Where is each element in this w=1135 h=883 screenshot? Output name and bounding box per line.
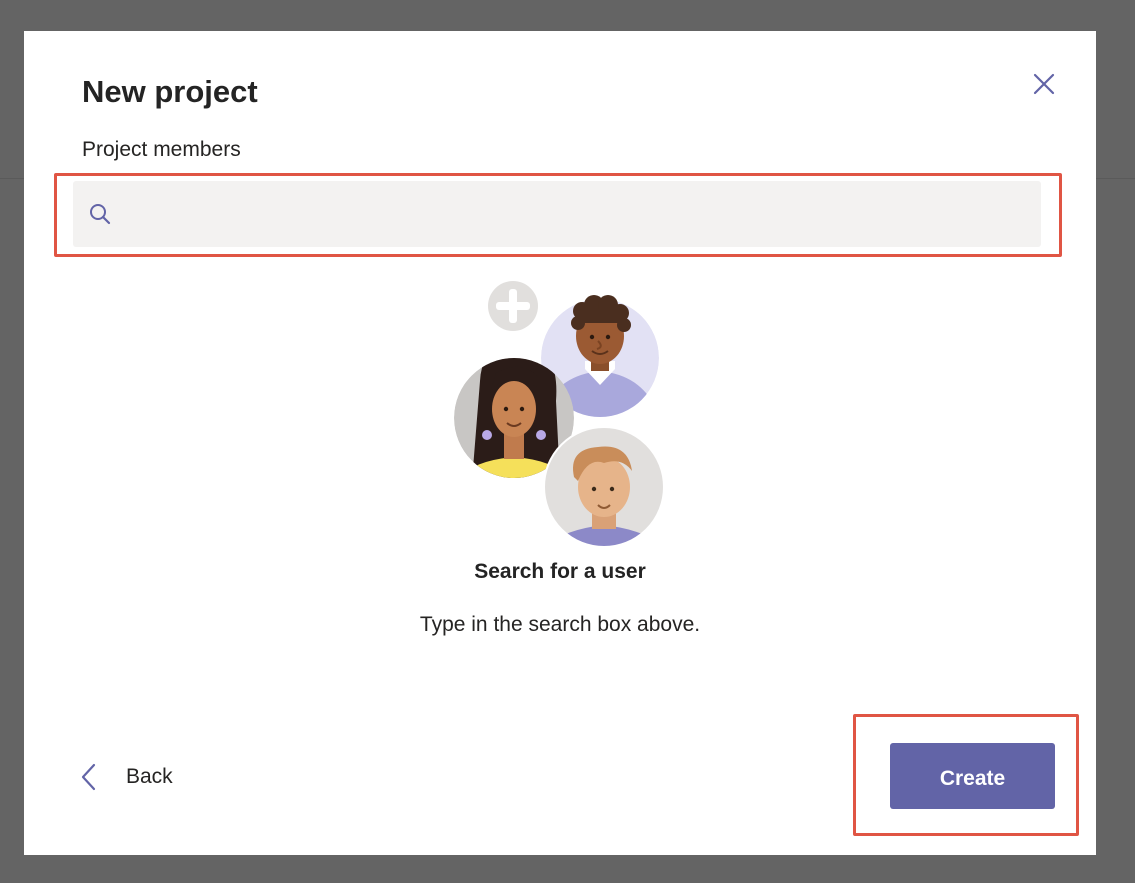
back-button[interactable]: Back [78,759,173,795]
back-label: Back [126,765,173,788]
add-person-icon [488,281,538,331]
dialog-title: New project [82,74,258,109]
earring-left [482,430,492,440]
member-search-box[interactable] [73,181,1041,249]
chevron-left-icon [81,763,96,791]
empty-state-subtitle: Type in the search box above. [419,613,701,636]
people-illustration [454,281,665,548]
search-icon [90,204,111,225]
earring-right [536,430,546,440]
member-search-input[interactable] [123,181,1027,249]
empty-state-title: Search for a user [474,560,646,583]
new-project-dialog: New project Project members Search for a… [24,31,1096,855]
close-icon [1033,73,1055,95]
close-button[interactable] [1029,69,1059,99]
create-button[interactable]: Create [890,743,1055,809]
project-members-label: Project members [82,138,241,161]
